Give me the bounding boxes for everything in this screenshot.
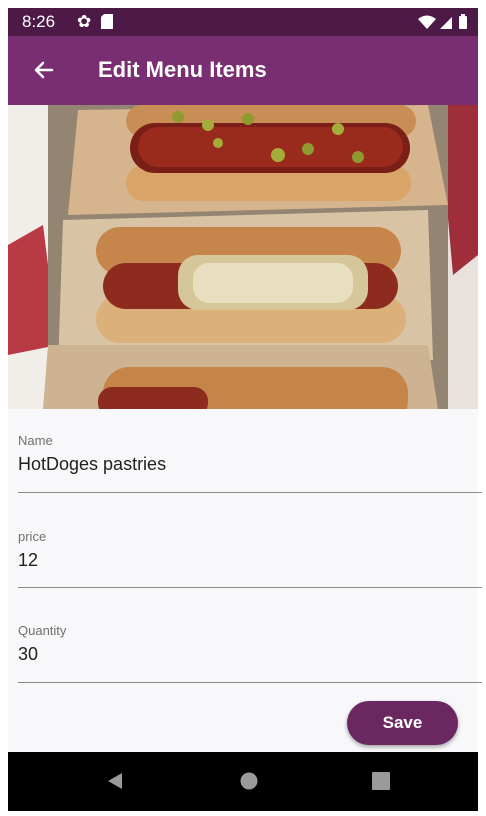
price-label: price	[18, 529, 47, 544]
menu-item-image	[8, 105, 478, 409]
quantity-label: Quantity	[18, 623, 67, 638]
gear-icon: ✿	[77, 12, 92, 31]
home-circle-icon[interactable]	[240, 772, 258, 790]
status-time: 8:26	[22, 12, 56, 31]
arrow-left-icon[interactable]	[32, 58, 56, 82]
sdcard-icon	[101, 14, 113, 29]
back-triangle-icon[interactable]	[108, 773, 122, 789]
status-icons	[418, 14, 467, 29]
price-field[interactable]: price 12	[18, 529, 482, 571]
signal-icon	[440, 17, 452, 29]
name-label: Name	[18, 433, 53, 448]
recents-square-icon[interactable]	[372, 772, 390, 790]
quantity-value[interactable]: 30	[18, 644, 482, 665]
quantity-field[interactable]: Quantity 30	[18, 623, 482, 665]
battery-icon	[459, 14, 467, 29]
save-button[interactable]: Save	[347, 701, 458, 745]
app-bar: Edit Menu Items	[8, 36, 478, 105]
nav-bar	[8, 752, 478, 811]
status-bar: 8:26 ✿	[8, 8, 478, 36]
nav-icons	[108, 772, 390, 790]
price-underline	[18, 587, 482, 588]
wifi-icon	[418, 15, 436, 29]
name-underline	[18, 492, 482, 493]
name-value[interactable]: HotDoges pastries	[18, 454, 482, 475]
page-title: Edit Menu Items	[98, 57, 267, 82]
name-field[interactable]: Name HotDoges pastries	[18, 433, 482, 475]
price-value[interactable]: 12	[18, 550, 482, 571]
quantity-underline	[18, 682, 482, 683]
